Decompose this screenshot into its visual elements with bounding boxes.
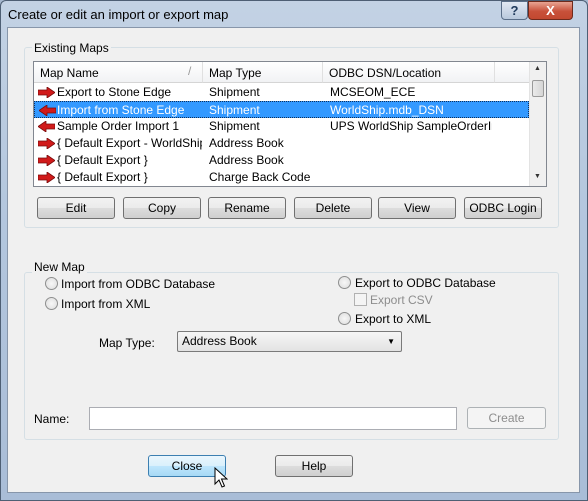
map-type-cell: Address Book [209,153,284,167]
column-header-map-name[interactable]: Map Name / [34,62,203,83]
map-row-selected[interactable]: Import from Stone Edge Shipment WorldShi… [34,101,529,118]
map-type-select[interactable]: Address Book ▼ [177,331,402,352]
map-name-cell: Export to Stone Edge [57,85,172,99]
column-header-filler [495,62,530,83]
map-name-cell: Import from Stone Edge [57,103,185,117]
export-csv-label: Export CSV [370,293,433,307]
map-name-cell: { Default Export } [57,170,148,184]
export-arrow-icon [38,87,55,98]
window-title: Create or edit an import or export map [8,7,229,22]
create-button[interactable]: Create [467,407,546,429]
edit-button[interactable]: Edit [37,197,115,219]
map-type-cell: Shipment [209,85,260,99]
map-location-cell: WorldShip.mdb_DSN [330,103,444,117]
title-close-button[interactable]: X [528,1,573,20]
map-type-cell: Shipment [209,103,260,117]
scroll-up-arrow-icon[interactable]: ▲ [534,65,541,72]
title-help-button[interactable]: ? [501,1,528,20]
import-odbc-label[interactable]: Import from ODBC Database [61,277,215,291]
column-resize-grip[interactable]: / [188,64,191,78]
odbc-login-button[interactable]: ODBC Login [464,197,542,219]
map-type-selected-value: Address Book [182,334,257,348]
import-arrow-icon [38,121,55,132]
scroll-down-arrow-icon[interactable]: ▼ [534,173,541,180]
map-row[interactable]: { Default Export } Address Book [34,152,529,169]
column-header-odbc-location[interactable]: ODBC DSN/Location [323,62,495,83]
delete-button[interactable]: Delete [294,197,372,219]
export-arrow-icon [38,172,55,183]
import-xml-radio[interactable] [45,297,58,310]
map-type-cell: Charge Back Code [209,170,311,184]
import-odbc-radio[interactable] [45,277,58,290]
help-button[interactable]: Help [275,455,353,477]
map-row[interactable]: Export to Stone Edge Shipment MCSEOM_ECE [34,84,529,101]
rename-button[interactable]: Rename [208,197,286,219]
maps-list[interactable]: Map Name / Map Type ODBC DSN/Location Exp… [33,61,547,187]
map-name-cell: Sample Order Import 1 [57,119,180,133]
name-label: Name: [34,412,70,426]
view-button[interactable]: View [378,197,456,219]
existing-maps-label: Existing Maps [32,41,111,55]
map-type-cell: Address Book [209,136,284,150]
export-odbc-radio[interactable] [338,276,351,289]
mouse-cursor-icon [214,467,228,488]
copy-button[interactable]: Copy [123,197,201,219]
map-location-cell: UPS WorldShip SampleOrderIm... [330,119,492,133]
column-header-label: Map Type [209,66,262,80]
export-arrow-icon [38,155,55,166]
map-type-cell: Shipment [209,119,260,133]
column-header-label: ODBC DSN/Location [329,66,442,80]
export-xml-label[interactable]: Export to XML [355,312,431,326]
export-odbc-label[interactable]: Export to ODBC Database [355,276,496,290]
list-vertical-scrollbar[interactable]: ▲ ▼ [529,62,546,186]
import-arrow-icon [39,105,56,116]
map-row[interactable]: { Default Export - WorldShip } Address B… [34,135,529,152]
export-csv-checkbox[interactable] [354,293,367,306]
map-type-label: Map Type: [99,336,155,350]
map-name-cell: { Default Export } [57,153,148,167]
name-input[interactable] [89,407,457,430]
map-row[interactable]: Sample Order Import 1 Shipment UPS World… [34,118,529,135]
new-map-label: New Map [32,260,87,274]
map-name-cell: { Default Export - WorldShip } [57,136,202,150]
scroll-thumb[interactable] [532,80,544,97]
map-row[interactable]: { Default Export } Charge Back Code [34,169,529,186]
column-header-map-type[interactable]: Map Type [203,62,323,83]
import-xml-label[interactable]: Import from XML [61,297,150,311]
export-arrow-icon [38,138,55,149]
map-location-cell: MCSEOM_ECE [330,85,416,99]
chevron-down-icon: ▼ [387,337,395,346]
column-header-label: Map Name [40,66,99,80]
export-xml-radio[interactable] [338,312,351,325]
